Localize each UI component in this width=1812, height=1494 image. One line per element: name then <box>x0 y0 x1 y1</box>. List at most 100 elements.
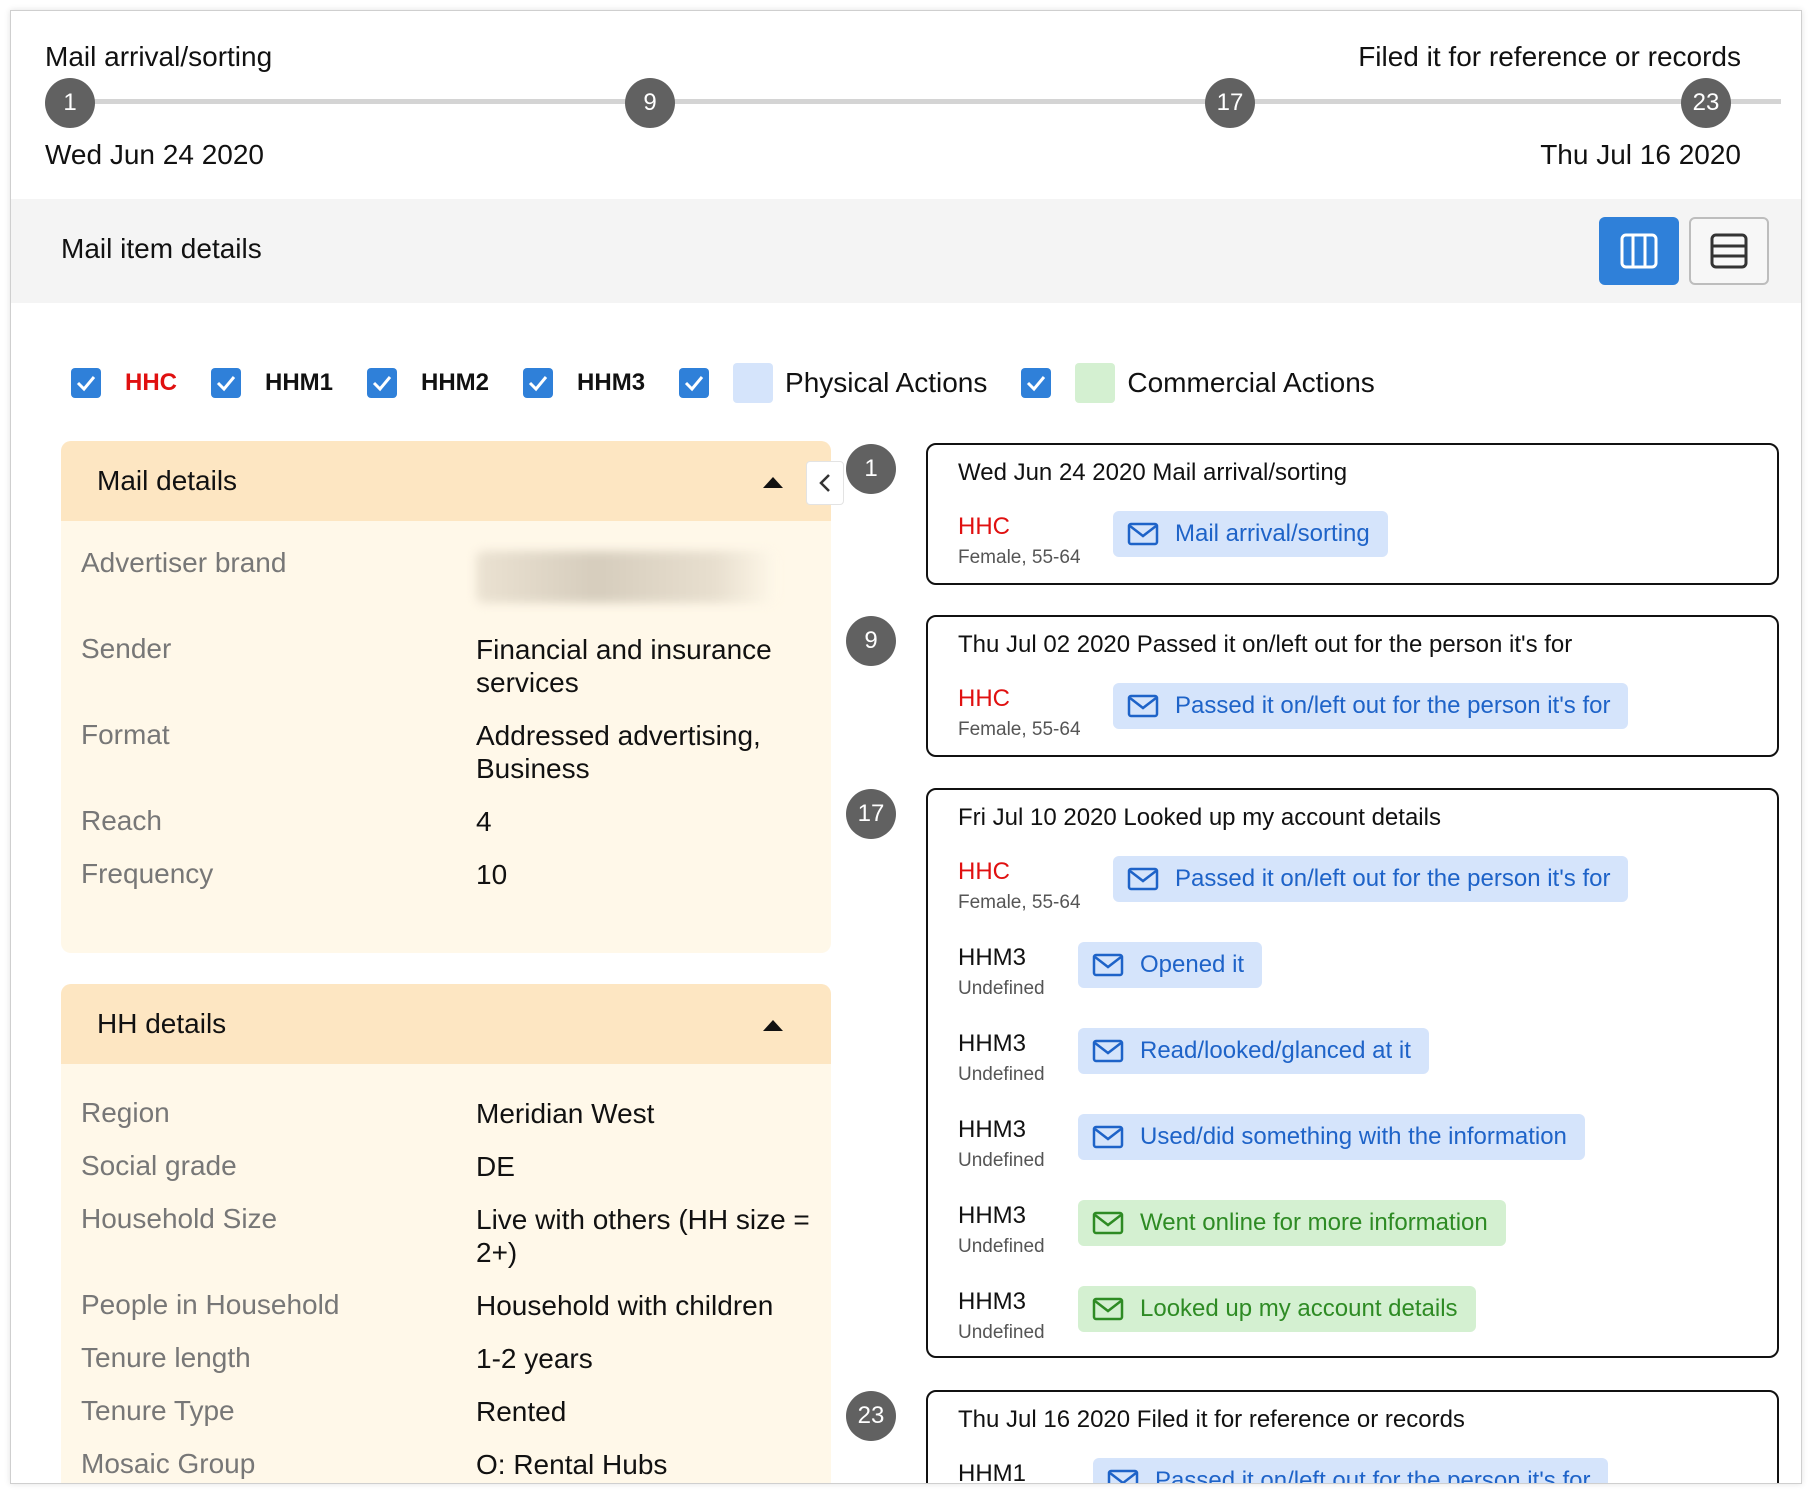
checkmark-icon <box>216 376 236 392</box>
filter-checkbox-hhm1[interactable] <box>211 368 241 398</box>
person-demographics: Undefined <box>958 1150 1045 1171</box>
action-chip[interactable]: Looked up my account details <box>1078 1286 1476 1332</box>
detail-key: Social grade <box>81 1150 237 1181</box>
filter-label-hhm1: HHM1 <box>265 369 334 396</box>
person-demographics: Undefined <box>958 1322 1045 1343</box>
filter-label-physical: Physical Actions <box>785 367 988 398</box>
event-title: Fri Jul 10 2020 Looked up my account det… <box>958 804 1441 831</box>
person-name: HHC <box>958 685 1010 712</box>
action-label: Passed it on/left out for the person it'… <box>1155 1467 1591 1484</box>
detail-value: 4 <box>476 806 492 837</box>
caret-up-icon[interactable] <box>763 1020 783 1031</box>
action-label: Opened it <box>1140 951 1245 978</box>
detail-value: DE <box>476 1151 515 1182</box>
envelope-icon <box>1107 1469 1139 1483</box>
filter-checkbox-hhm3[interactable] <box>523 368 554 398</box>
redacted-value <box>476 551 776 603</box>
event-title: Wed Jun 24 2020 Mail arrival/sorting <box>958 459 1348 486</box>
event-person: HHM1 <box>958 1460 1026 1483</box>
timeline-start-date: Wed Jun 24 2020 <box>45 139 264 170</box>
detail-key: People in Household <box>81 1289 340 1320</box>
action-chip[interactable]: Read/looked/glanced at it <box>1078 1028 1429 1074</box>
rows-icon <box>1710 233 1748 269</box>
action-label: Looked up my account details <box>1140 1295 1458 1322</box>
timeline-node[interactable]: 1 <box>45 78 95 128</box>
checkmark-icon <box>528 376 548 392</box>
person-demographics: Undefined <box>958 978 1045 999</box>
checkmark-icon <box>76 376 96 392</box>
timeline-start-title: Mail arrival/sorting <box>45 41 273 72</box>
checkmark-icon <box>372 376 392 392</box>
filter-label-hhm2: HHM2 <box>421 369 490 396</box>
filter-checkbox-hhm2[interactable] <box>367 368 398 398</box>
action-chip[interactable]: Opened it <box>1078 942 1263 988</box>
person-name: HHM3 <box>958 1030 1027 1057</box>
app-frame: Mail arrival/sorting Filed it for refere… <box>10 10 1802 1484</box>
collapse-panel-button[interactable] <box>806 461 844 505</box>
filter-label-commercial: Commercial Actions <box>1127 367 1375 398</box>
detail-value: Addressed advertising, Business <box>476 720 761 784</box>
event-card: Thu Jul 16 2020 Filed it for reference o… <box>926 1390 1779 1484</box>
timeline-end-title: Filed it for reference or records <box>1358 41 1741 72</box>
event-person: HHM3 Undefined <box>958 944 1045 1000</box>
action-chip[interactable]: Passed it on/left out for the person it'… <box>1113 856 1629 902</box>
filter-label-hhm3: HHM3 <box>577 369 646 396</box>
hh-details-title: HH details <box>97 1008 227 1039</box>
action-chip[interactable]: Used/did something with the information <box>1078 1114 1585 1160</box>
filter-bar: HHC HHM1 HHM2 HHM3 Physical Actions Comm… <box>71 361 1409 405</box>
person-name: HHC <box>958 513 1010 540</box>
filter-checkbox-physical[interactable] <box>679 368 710 398</box>
detail-value: O: Rental Hubs <box>476 1449 668 1480</box>
action-chip[interactable]: Passed it on/left out for the person it'… <box>1093 1458 1609 1484</box>
action-label: Went online for more information <box>1140 1209 1488 1236</box>
column-view-button[interactable] <box>1599 217 1679 285</box>
person-name: HHM3 <box>958 944 1027 971</box>
person-demographics: Female, 55-64 <box>958 547 1081 568</box>
action-chip[interactable]: Mail arrival/sorting <box>1113 511 1388 557</box>
mail-details-title: Mail details <box>97 465 238 496</box>
columns-icon <box>1620 233 1658 269</box>
row-view-button[interactable] <box>1689 217 1769 285</box>
event-person: HHM3 Undefined <box>958 1288 1045 1344</box>
timeline-node[interactable]: 9 <box>625 78 675 128</box>
details-header: Mail item details <box>11 199 1801 303</box>
event-node[interactable]: 9 <box>846 616 896 666</box>
hh-details-panel: HH details Region Meridian West Social g… <box>61 984 831 1483</box>
action-label: Passed it on/left out for the person it'… <box>1175 692 1611 719</box>
detail-value: Financial and insurance services <box>476 634 772 698</box>
hh-details-header[interactable]: HH details <box>61 984 831 1064</box>
detail-value: 10 <box>476 859 508 890</box>
filter-checkbox-hhc[interactable] <box>71 368 101 398</box>
event-card: Wed Jun 24 2020 Mail arrival/sorting HHC… <box>926 443 1779 585</box>
detail-value: Household with children <box>476 1290 774 1321</box>
envelope-icon <box>1092 1297 1124 1321</box>
action-chip[interactable]: Passed it on/left out for the person it'… <box>1113 683 1629 729</box>
event-node[interactable]: 23 <box>846 1391 896 1441</box>
detail-key: Household Size <box>81 1203 278 1234</box>
mail-details-header[interactable]: Mail details <box>61 441 831 521</box>
details-title: Mail item details <box>61 233 262 264</box>
detail-value: 1-2 years <box>476 1343 593 1374</box>
timeline-node[interactable]: 17 <box>1205 78 1255 128</box>
caret-up-icon[interactable] <box>763 477 783 488</box>
mail-details-panel: Mail details Advertiser brand Sender Fin… <box>61 441 831 953</box>
detail-value: Rented <box>476 1396 567 1427</box>
action-label: Passed it on/left out for the person it'… <box>1175 865 1611 892</box>
envelope-icon <box>1127 522 1159 546</box>
action-chip[interactable]: Went online for more information <box>1078 1200 1506 1246</box>
timeline-end-date: Thu Jul 16 2020 <box>1540 139 1741 170</box>
detail-key: Reach <box>81 805 162 836</box>
action-label: Read/looked/glanced at it <box>1140 1037 1411 1064</box>
person-demographics: Female, 55-64 <box>958 719 1081 740</box>
timeline-node[interactable]: 23 <box>1681 78 1731 128</box>
person-name: HHM3 <box>958 1202 1027 1229</box>
timeline-track <box>71 99 1781 104</box>
event-node[interactable]: 1 <box>846 444 896 494</box>
event-person: HHM3 Undefined <box>958 1202 1045 1258</box>
event-node[interactable]: 17 <box>846 789 896 839</box>
envelope-icon <box>1127 694 1159 718</box>
event-person: HHC Female, 55-64 <box>958 858 1081 914</box>
filter-checkbox-commercial[interactable] <box>1021 368 1052 398</box>
envelope-icon <box>1092 1125 1124 1149</box>
envelope-icon <box>1092 1211 1124 1235</box>
